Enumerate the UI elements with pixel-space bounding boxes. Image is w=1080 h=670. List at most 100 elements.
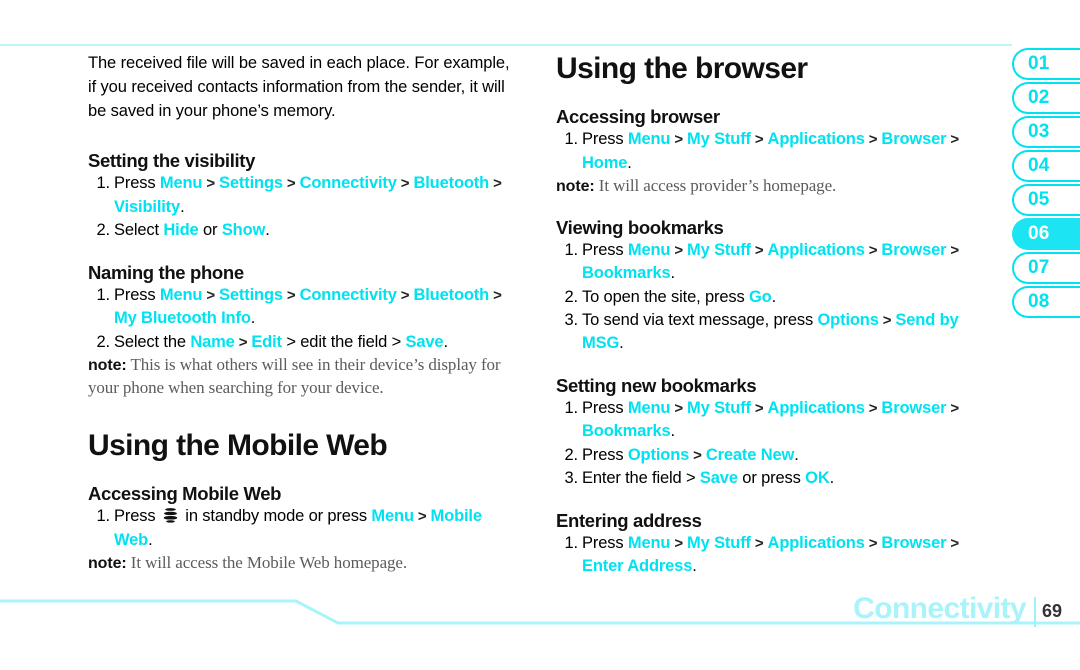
- step-number: 1.: [564, 398, 579, 417]
- path-separator: >: [864, 534, 882, 552]
- att-globe-icon: [162, 507, 179, 524]
- path-separator: >: [489, 286, 502, 304]
- ui-path-token: OK: [805, 469, 830, 488]
- header-rule: [0, 44, 1012, 46]
- ui-path-token: Visibility: [114, 197, 181, 216]
- step-item: 1. Press in standby mode or press Menu > …: [88, 505, 520, 552]
- path-separator: >: [202, 175, 220, 193]
- note-text: It will access provider’s homepage.: [594, 175, 837, 195]
- step-number: 1.: [96, 174, 111, 193]
- ui-path-token: My Stuff: [687, 240, 751, 259]
- chapter-tab-08[interactable]: 08: [1012, 286, 1080, 318]
- ui-path-token: My Stuff: [687, 533, 751, 552]
- section: Accessing Mobile Web 1. Press in standby m…: [88, 476, 520, 575]
- ui-path-token: Enter Address: [582, 557, 693, 576]
- step-item: 2. Press Options > Create New.: [556, 444, 976, 467]
- ui-path-token: Edit: [251, 332, 282, 351]
- right-sections: Accessing browser 1. Press Menu > My Stuff…: [556, 99, 976, 579]
- chapter-tab-label: 08: [1028, 291, 1050, 312]
- footer-section-label: Connectivity: [853, 592, 1026, 625]
- section: Setting the visibility 1. Press Menu > Set…: [88, 143, 520, 242]
- section: Accessing browser 1. Press Menu > My Stuff…: [556, 99, 976, 198]
- intro-paragraph: The received file will be saved in each …: [88, 54, 510, 120]
- step-item: 2. Select the Name > Edit > edit the fiel…: [88, 331, 520, 354]
- step-list: 1. Press Menu > My Stuff > Applications >…: [556, 397, 976, 491]
- path-separator: >: [946, 399, 960, 417]
- chapter-tab-strip[interactable]: 01 02 03 04 05 06 07 08: [1012, 48, 1080, 320]
- path-separator: >: [234, 333, 252, 351]
- step-number: 1.: [564, 130, 579, 149]
- section-heading: Setting new bookmarks: [556, 374, 757, 396]
- ui-path-token: My Stuff: [687, 130, 751, 149]
- page-title-mobile-web: Using the Mobile Web: [88, 429, 388, 463]
- chapter-tab-01[interactable]: 01: [1012, 48, 1080, 80]
- left-sections: Setting the visibility 1. Press Menu > Set…: [88, 143, 520, 399]
- ui-path-token: Settings: [219, 285, 283, 304]
- section-heading: Viewing bookmarks: [556, 216, 724, 238]
- path-separator: >: [489, 175, 502, 193]
- chapter-tab-07[interactable]: 07: [1012, 252, 1080, 284]
- step-item: 1. Press Menu > My Stuff > Applications >…: [556, 532, 976, 579]
- right-column: Using the browser Accessing browser 1. Pre…: [556, 52, 976, 579]
- chapter-tab-02[interactable]: 02: [1012, 82, 1080, 114]
- ui-path-token: Create New: [705, 445, 795, 464]
- step-number: 3.: [564, 469, 579, 488]
- ui-path-token: Applications: [767, 533, 865, 552]
- ui-path-token: Browser: [881, 130, 947, 149]
- section-heading: Accessing Mobile Web: [88, 483, 282, 505]
- ui-path-token: Menu: [627, 130, 671, 149]
- step-number: 2.: [564, 445, 579, 464]
- ui-path-token: Bluetooth: [413, 174, 490, 193]
- ui-path-token: My Bluetooth Info: [114, 309, 251, 328]
- path-separator: >: [878, 311, 896, 329]
- path-separator: >: [670, 399, 688, 417]
- ui-path-token: Bookmarks: [582, 264, 671, 283]
- mobile-web-section: Accessing Mobile Web 1. Press in standby m…: [88, 476, 520, 575]
- ui-path-token: Name: [190, 332, 235, 351]
- chapter-tab-label: 04: [1028, 155, 1050, 176]
- ui-path-token: Connectivity: [299, 285, 397, 304]
- note-label: note:: [88, 555, 127, 573]
- ui-path-token: Save: [699, 469, 738, 488]
- step-number: 1.: [564, 240, 579, 259]
- step-number: 1.: [564, 533, 579, 552]
- path-separator: >: [750, 399, 768, 417]
- ui-path-token: Applications: [767, 398, 865, 417]
- chapter-tab-label: 02: [1028, 87, 1050, 108]
- ui-path-token: My Stuff: [687, 398, 751, 417]
- ui-path-token: Options: [817, 310, 879, 329]
- chapter-tab-label: 01: [1028, 53, 1050, 74]
- path-separator: >: [946, 534, 960, 552]
- step-item: 2. To open the site, press Go.: [556, 286, 976, 309]
- chapter-tab-05[interactable]: 05: [1012, 184, 1080, 216]
- step-list: 1. Press Menu > Settings > Connectivity >…: [88, 284, 520, 354]
- path-separator: >: [689, 446, 706, 464]
- ui-path-token: Connectivity: [299, 174, 397, 193]
- chapter-tab-label: 03: [1028, 121, 1050, 142]
- step-list: 1. Press Menu > My Stuff > Applications >…: [556, 128, 976, 175]
- path-separator: >: [864, 399, 882, 417]
- step-number: 1.: [96, 507, 111, 526]
- ui-path-token: Menu: [371, 507, 414, 526]
- ui-path-token: Applications: [767, 240, 865, 259]
- step-number: 2.: [564, 287, 579, 306]
- ui-path-token: Bookmarks: [582, 422, 671, 441]
- note-block: note: It will access the Mobile Web home…: [88, 552, 520, 575]
- path-separator: >: [750, 131, 768, 149]
- path-separator: >: [946, 241, 960, 259]
- section-heading: Accessing browser: [556, 106, 720, 127]
- chapter-tab-03[interactable]: 03: [1012, 116, 1080, 148]
- step-number: 3.: [564, 310, 579, 329]
- step-list: 1. Press Menu > Settings > Connectivity >…: [88, 172, 520, 242]
- section-heading: Entering address: [556, 509, 702, 531]
- path-separator: >: [396, 175, 414, 193]
- chapter-tab-06[interactable]: 06: [1012, 218, 1080, 250]
- path-separator: >: [670, 534, 688, 552]
- step-item: 1. Press Menu > My Stuff > Applications >…: [556, 397, 976, 444]
- chapter-tab-04[interactable]: 04: [1012, 150, 1080, 182]
- note-block: note: This is what others will see in th…: [88, 354, 520, 399]
- chapter-tab-label: 06: [1028, 223, 1050, 244]
- path-separator: >: [864, 241, 882, 259]
- ui-path-token: Applications: [767, 130, 865, 149]
- path-separator: >: [864, 131, 882, 149]
